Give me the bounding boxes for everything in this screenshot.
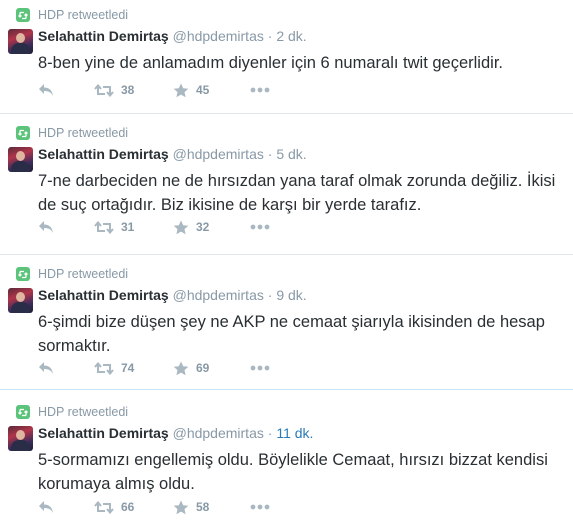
- retweet-context[interactable]: HDP retweetledi: [16, 125, 128, 141]
- retweet-count: 31: [121, 220, 135, 234]
- star-icon: [173, 361, 189, 375]
- separator: ·: [267, 28, 273, 44]
- tweet-text: 8-ben yine de anlamadım diyenler için 6 …: [38, 54, 503, 72]
- more-button[interactable]: [250, 82, 270, 98]
- author-name[interactable]: Selahattin Demirtaş: [38, 425, 169, 441]
- retweet-context[interactable]: HDP retweetledi: [16, 7, 128, 23]
- tweet-header: Selahattin Demirtaş @hdpdemirtas · 2 dk.: [38, 28, 307, 44]
- retweet-icon: [94, 361, 114, 375]
- retweet-label: HDP retweetledi: [38, 126, 129, 140]
- tweet[interactable]: HDP retweetledi Selahattin Demirtaş @hdp…: [0, 259, 573, 390]
- tweet-timestamp[interactable]: 11 dk.: [276, 425, 313, 441]
- retweet-icon: [16, 267, 30, 281]
- like-button[interactable]: 45: [173, 82, 209, 98]
- tweet-header: Selahattin Demirtaş @hdpdemirtas · 11 dk…: [38, 425, 313, 441]
- like-button[interactable]: 32: [173, 219, 209, 235]
- separator: ·: [267, 287, 273, 303]
- retweet-count: 38: [121, 83, 135, 97]
- retweet-button[interactable]: 31: [94, 219, 134, 235]
- reply-icon: [39, 84, 53, 96]
- tweet[interactable]: HDP retweetledi Selahattin Demirtaş @hdp…: [0, 118, 573, 253]
- retweet-count: 66: [121, 500, 135, 514]
- reply-icon: [39, 221, 53, 233]
- like-count: 58: [196, 500, 210, 514]
- retweet-context[interactable]: HDP retweetledi: [16, 266, 128, 282]
- like-button[interactable]: 69: [173, 360, 209, 376]
- retweet-label: HDP retweetledi: [38, 8, 129, 22]
- retweet-button[interactable]: 74: [94, 360, 134, 376]
- retweet-count: 74: [121, 361, 135, 375]
- retweet-button[interactable]: 66: [94, 499, 134, 515]
- retweet-icon: [16, 405, 30, 419]
- retweet-icon: [16, 8, 30, 22]
- more-dots-icon: [250, 224, 270, 230]
- author-name[interactable]: Selahattin Demirtaş: [38, 146, 169, 162]
- tweet-text: 5-sormamızı engellemiş oldu. Böylelikle …: [38, 451, 548, 493]
- star-icon: [173, 83, 189, 97]
- author-handle[interactable]: @hdpdemirtas: [173, 425, 264, 441]
- author-name[interactable]: Selahattin Demirtaş: [38, 287, 169, 303]
- avatar[interactable]: [8, 288, 33, 313]
- more-button[interactable]: [250, 219, 270, 235]
- tweet-timestamp[interactable]: 2 dk.: [276, 28, 306, 44]
- more-dots-icon: [250, 504, 270, 510]
- tweet[interactable]: HDP retweetledi Selahattin Demirtaş @hdp…: [0, 0, 573, 113]
- avatar[interactable]: [8, 147, 33, 172]
- author-name[interactable]: Selahattin Demirtaş: [38, 28, 169, 44]
- reply-button[interactable]: [38, 360, 54, 376]
- like-count: 45: [196, 83, 210, 97]
- reply-button[interactable]: [38, 219, 54, 235]
- tweet-text: 7-ne darbeciden ne de hırsızdan yana tar…: [38, 172, 556, 214]
- retweet-context[interactable]: HDP retweetledi: [16, 404, 128, 420]
- retweet-button[interactable]: 38: [94, 82, 134, 98]
- reply-icon: [39, 501, 53, 513]
- avatar[interactable]: [8, 29, 33, 54]
- tweet[interactable]: HDP retweetledi Selahattin Demirtaş @hdp…: [0, 397, 573, 522]
- more-button[interactable]: [250, 499, 270, 515]
- reply-button[interactable]: [38, 82, 54, 98]
- like-button[interactable]: 58: [173, 499, 209, 515]
- retweet-icon: [94, 500, 114, 514]
- retweet-icon: [94, 83, 114, 97]
- retweet-label: HDP retweetledi: [38, 267, 129, 281]
- retweet-icon: [16, 126, 30, 140]
- tweet-timestamp[interactable]: 9 dk.: [276, 287, 306, 303]
- separator: ·: [267, 425, 273, 441]
- author-handle[interactable]: @hdpdemirtas: [173, 28, 264, 44]
- author-handle[interactable]: @hdpdemirtas: [173, 146, 264, 162]
- reply-icon: [39, 362, 53, 374]
- star-icon: [173, 220, 189, 234]
- like-count: 69: [196, 361, 210, 375]
- timeline: HDP retweetledi Selahattin Demirtaş @hdp…: [0, 0, 573, 522]
- tweet-header: Selahattin Demirtaş @hdpdemirtas · 9 dk.: [38, 287, 307, 303]
- separator: ·: [267, 146, 273, 162]
- like-count: 32: [196, 220, 210, 234]
- more-dots-icon: [250, 87, 270, 93]
- reply-button[interactable]: [38, 499, 54, 515]
- tweet-timestamp[interactable]: 5 dk.: [276, 146, 306, 162]
- retweet-icon: [94, 220, 114, 234]
- avatar[interactable]: [8, 426, 33, 451]
- divider: [0, 113, 573, 114]
- author-handle[interactable]: @hdpdemirtas: [173, 287, 264, 303]
- retweet-label: HDP retweetledi: [38, 405, 129, 419]
- tweet-header: Selahattin Demirtaş @hdpdemirtas · 5 dk.: [38, 146, 307, 162]
- more-button[interactable]: [250, 360, 270, 376]
- more-dots-icon: [250, 365, 270, 371]
- divider: [0, 254, 573, 255]
- tweet-text: 6-şimdi bize düşen şey ne AKP ne cemaat …: [38, 313, 545, 355]
- star-icon: [173, 500, 189, 514]
